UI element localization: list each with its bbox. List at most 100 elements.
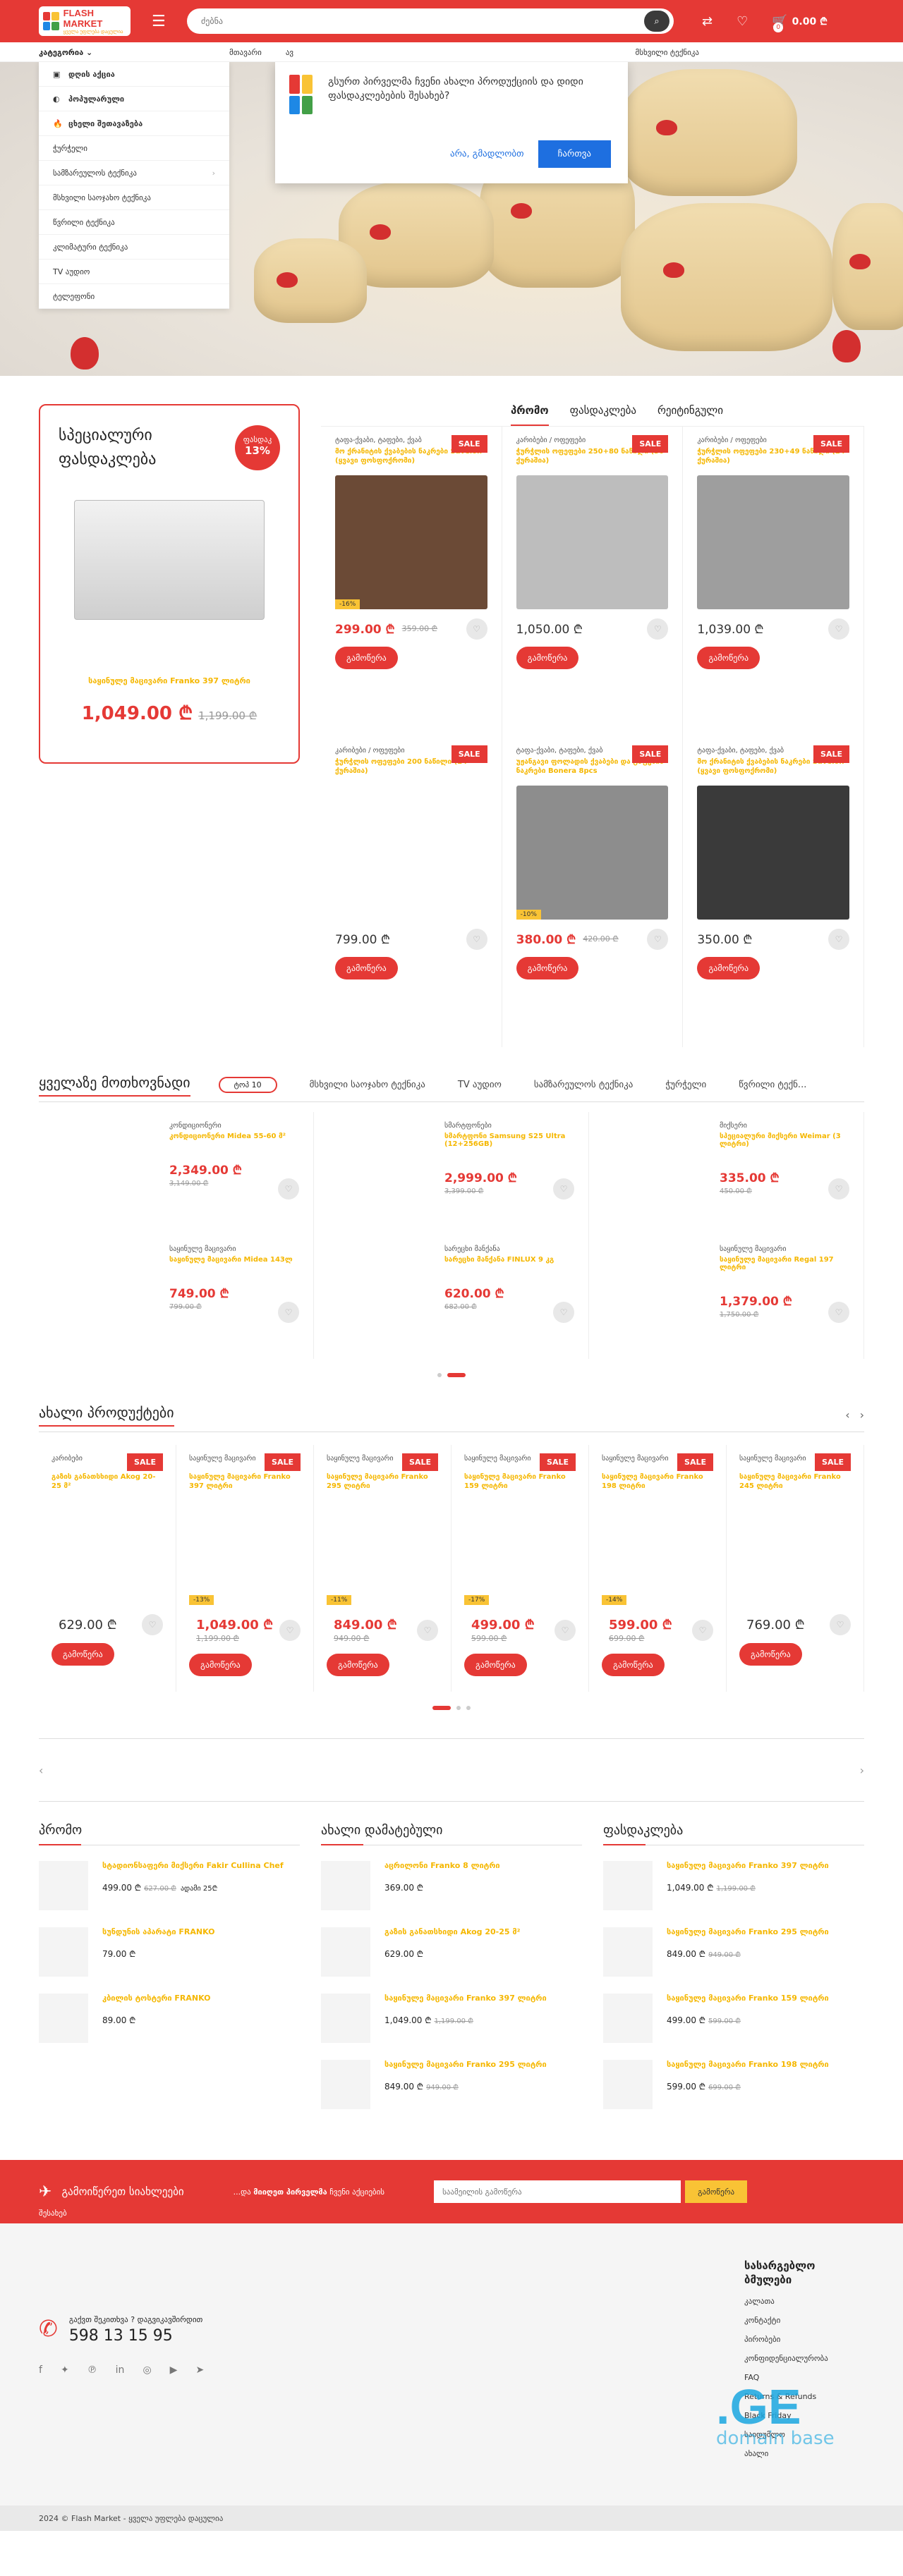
carousel-dot[interactable]: [437, 1373, 442, 1377]
product-title[interactable]: სპეციალური მიქსერი Weimar (3 ლიტრი): [720, 1133, 849, 1148]
product-title[interactable]: საყინულე მაცივარი Regal 197 ლიტრი: [720, 1256, 849, 1271]
list-item-thumbnail[interactable]: [603, 2060, 653, 2109]
new-product-card[interactable]: საყინულე მაცივარი SALE საყინულე მაცივარი F…: [589, 1445, 727, 1692]
order-button[interactable]: გამოწერა: [327, 1654, 389, 1676]
category-menu-item[interactable]: TV აუდიო: [39, 260, 229, 284]
bestseller-card[interactable]: სმარტფონები სმარტფონი Samsung S25 Ultra (…: [314, 1112, 589, 1235]
bestseller-tab[interactable]: წვრილი ტექნ...: [739, 1080, 806, 1090]
list-item-thumbnail[interactable]: [321, 2060, 370, 2109]
list-item[interactable]: სტადიონსაფერი მიქსერი Fakir Cullina Chef…: [39, 1861, 300, 1912]
order-button[interactable]: გამოწერა: [697, 957, 760, 979]
list-item-title[interactable]: სუნდუნის აპარატი FRANKO: [102, 1927, 214, 1936]
contact-phone[interactable]: 598 13 15 95: [69, 2327, 203, 2345]
new-product-card[interactable]: საყინულე მაცივარი SALE საყინულე მაცივარი F…: [314, 1445, 452, 1692]
bestseller-card[interactable]: სარეცხი მანქანა სარეცხი მანქანა FINLUX 9 …: [314, 1235, 589, 1359]
order-button[interactable]: გამოწერა: [602, 1654, 665, 1676]
category-menu-item[interactable]: 🔥 ცხელი შეთავაზება: [39, 111, 229, 136]
wishlist-heart-icon[interactable]: ♡: [647, 928, 669, 950]
product-title[interactable]: საყინულე მაცივარი Franko 198 ლიტრი: [602, 1472, 713, 1491]
wishlist-heart-icon[interactable]: ♡: [553, 1302, 574, 1323]
bestseller-tab[interactable]: მსხვილი საოჯახო ტექნიკა: [310, 1080, 425, 1090]
footer-link[interactable]: კონტაქტი: [744, 2316, 828, 2325]
wishlist-heart-icon[interactable]: ♡: [466, 928, 487, 950]
carousel-prev-icon[interactable]: ‹: [845, 1408, 849, 1422]
nav-link-large-appliances[interactable]: მსხვილი ტექნიკა: [635, 48, 699, 57]
list-item[interactable]: საყინულე მაცივარი Franko 397 ლიტრი 1,049.…: [603, 1861, 864, 1912]
search-button[interactable]: ⌕: [644, 11, 669, 32]
list-item-title[interactable]: საყინულე მაცივარი Franko 198 ლიტრი: [667, 2060, 829, 2069]
product-title[interactable]: საყინულე მაცივარი Franko 397 ლიტრი: [189, 1472, 301, 1491]
new-product-card[interactable]: საყინულე მაცივარი SALE საყინულე მაცივარი F…: [727, 1445, 864, 1692]
product-image[interactable]: -10%: [516, 786, 669, 920]
order-button[interactable]: გამოწერა: [697, 647, 760, 669]
special-offer-card[interactable]: სპეციალური ფასდაკლება ფასდაკ 13% საყინულე…: [39, 404, 300, 764]
order-button[interactable]: გამოწერა: [516, 957, 579, 979]
wishlist-heart-icon[interactable]: ♡: [417, 1619, 438, 1641]
list-item[interactable]: აცრილონი Franko 8 ლიტრი 369.00 ₾: [321, 1861, 582, 1912]
hero-banner[interactable]: ▣ დღის აქცია ◐ პოპულარული 🔥 ცხელი შეთავაზება ჭ…: [0, 62, 903, 376]
product-category[interactable]: საყინულე მაცივარი: [720, 1245, 849, 1253]
bestseller-tab[interactable]: ჭურჭელი: [665, 1080, 706, 1090]
list-item-thumbnail[interactable]: [603, 1927, 653, 1977]
pinterest-icon[interactable]: ℗: [87, 2364, 97, 2376]
instagram-icon[interactable]: ◎: [143, 2364, 151, 2376]
product-image[interactable]: [51, 1499, 163, 1605]
popup-accept-button[interactable]: ჩართვა: [538, 140, 611, 168]
footer-link[interactable]: პირობები: [744, 2335, 828, 2344]
list-item[interactable]: საყინულე მაცივარი Franko 295 ლიტრი 849.00…: [321, 2060, 582, 2111]
bestseller-card[interactable]: კონდიციონერი კონდიციონერი Midea 55-60 მ² 2…: [39, 1112, 314, 1235]
youtube-icon[interactable]: ▶: [170, 2364, 178, 2376]
category-menu-item[interactable]: ▣ დღის აქცია: [39, 62, 229, 87]
list-item-thumbnail[interactable]: [321, 1994, 370, 2043]
product-image[interactable]: -13%: [189, 1499, 301, 1605]
linkedin-icon[interactable]: in: [116, 2364, 125, 2376]
bestseller-tab[interactable]: TV აუდიო: [458, 1080, 502, 1090]
product-category[interactable]: კონდიციონერი: [169, 1122, 299, 1130]
wishlist-heart-icon[interactable]: ♡: [692, 1619, 713, 1641]
category-menu-item[interactable]: სამზარეულოს ტექნიკა ›: [39, 161, 229, 185]
wishlist-heart-icon[interactable]: ♡: [466, 618, 487, 640]
bestseller-card[interactable]: საყინულე მაცივარი საყინულე მაცივარი Regal…: [589, 1235, 864, 1359]
product-title[interactable]: კონდიციონერი Midea 55-60 მ²: [169, 1133, 299, 1140]
product-title[interactable]: საყინულე მაცივარი Franko 245 ლიტრი: [739, 1472, 851, 1491]
wishlist-heart-icon[interactable]: ♡: [278, 1178, 299, 1200]
product-title[interactable]: სარეცხი მანქანა FINLUX 9 კგ: [444, 1256, 574, 1264]
product-category[interactable]: მიქსერი: [720, 1122, 849, 1130]
list-item[interactable]: სუნდუნის აპარატი FRANKO 79.00 ₾: [39, 1927, 300, 1978]
product-category[interactable]: სმარტფონები: [444, 1122, 574, 1130]
bestseller-card[interactable]: საყინულე მაცივარი საყინულე მაცივარი Midea…: [39, 1235, 314, 1359]
arrow-left-icon[interactable]: ‹: [39, 1764, 43, 1777]
wishlist-heart-icon[interactable]: ♡: [278, 1302, 299, 1323]
wishlist-heart-icon[interactable]: ♡: [828, 1302, 849, 1323]
newsletter-subscribe-button[interactable]: გამოწერა: [685, 2180, 748, 2203]
product-card[interactable]: კარიბები / ოფეფები SALE ჭურჭლის ოფეფები 20…: [321, 737, 502, 1047]
list-item-thumbnail[interactable]: [39, 1927, 88, 1977]
category-menu-item[interactable]: მსხვილი საოჯახო ტექნიკა: [39, 185, 229, 210]
footer-link[interactable]: ახალი: [744, 2449, 828, 2458]
list-item[interactable]: საყინულე მაცივარი Franko 397 ლიტრი 1,049.…: [321, 1994, 582, 2044]
tab-promo[interactable]: პრომო: [511, 404, 549, 426]
telegram-icon[interactable]: ➤: [195, 2364, 204, 2376]
list-item-title[interactable]: კბილის ტოსტერი FRANKO: [102, 1994, 211, 2003]
product-title[interactable]: გაზის განათსხიდი Akog 20-25 მ²: [51, 1472, 163, 1491]
product-title[interactable]: საყინულე მაცივარი Franko 295 ლიტრი: [327, 1472, 438, 1491]
list-item-thumbnail[interactable]: [39, 1994, 88, 2043]
product-image[interactable]: -17%: [464, 1499, 576, 1605]
list-item-thumbnail[interactable]: [321, 1927, 370, 1977]
product-category[interactable]: სარეცხი მანქანა: [444, 1245, 574, 1253]
facebook-icon[interactable]: f: [39, 2364, 42, 2376]
carousel-dot[interactable]: [456, 1706, 461, 1710]
list-item[interactable]: გაზის განათსხიდი Akog 20-25 მ² 629.00 ₾: [321, 1927, 582, 1978]
wishlist-heart-icon[interactable]: ♡: [553, 1178, 574, 1200]
product-title[interactable]: სმარტფონი Samsung S25 Ultra (12+256GB): [444, 1133, 574, 1148]
wishlist-heart-icon[interactable]: ♡: [828, 1178, 849, 1200]
list-item[interactable]: საყინულე მაცივარი Franko 198 ლიტრი 599.00…: [603, 2060, 864, 2111]
product-title[interactable]: საყინულე მაცივარი Franko 159 ლიტრი: [464, 1472, 576, 1491]
order-button[interactable]: გამოწერა: [335, 647, 398, 669]
product-card[interactable]: კარიბები / ოფეფები SALE ჭურჭლის ოფეფები 25…: [502, 427, 684, 737]
carousel-dot-active[interactable]: [432, 1706, 451, 1710]
product-title[interactable]: საყინულე მაცივარი Midea 143ლ: [169, 1256, 299, 1264]
list-item[interactable]: საყინულე მაცივარი Franko 295 ლიტრი 849.00…: [603, 1927, 864, 1978]
wishlist-heart-icon[interactable]: ♡: [142, 1614, 163, 1635]
carousel-dot[interactable]: [466, 1706, 471, 1710]
